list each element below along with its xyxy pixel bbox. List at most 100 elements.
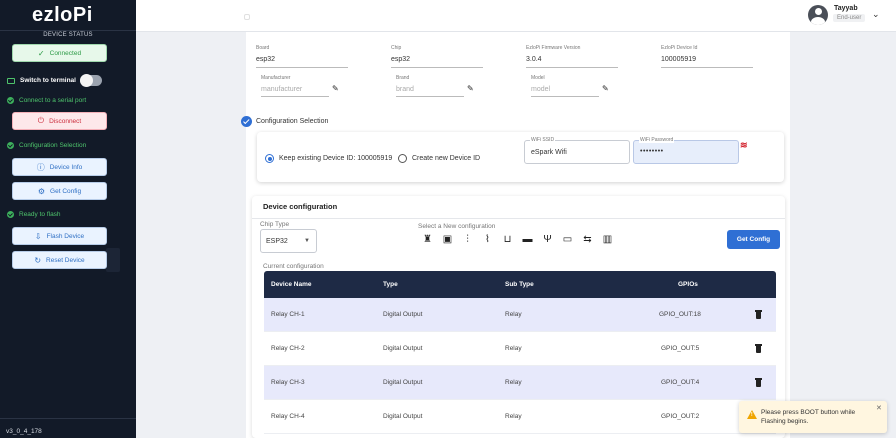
col-type: Type	[383, 281, 398, 288]
close-icon[interactable]: ✕	[876, 404, 882, 412]
delete-icon[interactable]	[755, 344, 762, 353]
connected-label: Connected	[49, 49, 82, 57]
swap-icon[interactable]: ⇆	[582, 234, 593, 246]
wifi-ssid-label: WiFi SSID	[530, 137, 556, 143]
delete-icon[interactable]	[755, 310, 762, 319]
chip-type-value: ESP32	[266, 238, 288, 245]
disconnect-button[interactable]: ⏻ Disconnect	[12, 112, 107, 130]
chip-label: Chip	[391, 45, 402, 51]
app-version: v3_0_4_178	[6, 428, 42, 435]
model-input[interactable]: model	[531, 86, 550, 93]
row-subtype: Relay	[505, 311, 522, 318]
row-gpios: GPIO_OUT:18	[659, 311, 701, 318]
firmware-label: EzloPi Firmware Version	[526, 45, 581, 51]
check-icon	[7, 97, 14, 104]
firmware-underline	[526, 67, 618, 68]
keep-existing-label: Keep existing Device ID: 100005919	[279, 155, 393, 162]
brand-label: Brand	[396, 75, 410, 81]
row-type: Digital Output	[383, 311, 423, 318]
connected-button[interactable]: ✓ Connected	[12, 44, 107, 62]
sensor-icon[interactable]: ▣	[442, 234, 453, 246]
relay-icon[interactable]: ▥	[602, 234, 613, 246]
row-subtype: Relay	[505, 379, 522, 386]
create-new-radio[interactable]	[398, 154, 407, 163]
create-new-label: Create new Device ID	[412, 155, 481, 162]
device-info-button[interactable]: ⓘ Device Info	[12, 158, 107, 176]
wifi-off-icon[interactable]: ≋	[740, 140, 748, 151]
terminal-toggle[interactable]	[80, 74, 102, 87]
display-icon[interactable]: ▭	[562, 234, 573, 246]
table-row[interactable]: Relay CH-1 Digital Output Relay GPIO_OUT…	[264, 298, 776, 332]
row-gpios: GPIO_OUT:4	[661, 379, 700, 386]
row-device-name: Relay CH-4	[271, 413, 305, 420]
board-value: esp32	[256, 56, 276, 63]
device-config-divider	[252, 218, 785, 219]
config-selection-text: Configuration Selection	[19, 142, 87, 149]
device-id-value: 100005919	[661, 56, 697, 63]
check-icon	[7, 211, 14, 218]
chevron-down-icon[interactable]: ⌄	[872, 9, 880, 20]
edit-manufacturer-icon[interactable]: ✎	[332, 84, 339, 93]
signal-icon[interactable]: ⌇	[482, 234, 493, 246]
terminal-icon	[7, 77, 15, 84]
table-header: Device Name Type Sub Type GPIOs	[264, 271, 776, 298]
antenna-icon[interactable]: Ψ	[542, 234, 553, 246]
model-underline	[531, 96, 599, 97]
warning-icon	[747, 410, 757, 419]
keep-existing-radio[interactable]	[265, 154, 274, 163]
flash-toast: Please press BOOT button while Flashing …	[739, 401, 887, 433]
reset-device-button[interactable]: ↻ Reset Device	[12, 251, 107, 269]
col-subtype: Sub Type	[505, 281, 534, 288]
sidebar-footer-divider	[0, 418, 136, 419]
reset-highlight	[106, 248, 120, 272]
config-selection-title: Configuration Selection	[256, 118, 329, 125]
switch-terminal-text: Switch to terminal	[20, 77, 76, 84]
led-icon[interactable]: ♜	[422, 234, 433, 246]
brand-input[interactable]: brand	[396, 86, 414, 93]
table-row[interactable]: Relay CH-3 Digital Output Relay GPIO_OUT…	[264, 366, 776, 400]
pwm-icon[interactable]: ⫶	[462, 234, 473, 246]
table-row[interactable]: Relay CH-4 Digital Output Relay GPIO_OUT…	[264, 400, 776, 434]
table-row[interactable]: Relay CH-2 Digital Output Relay GPIO_OUT…	[264, 332, 776, 366]
ready-flash-text: Ready to flash	[19, 211, 61, 218]
row-gpios: GPIO_OUT:5	[661, 345, 700, 352]
board-underline	[256, 67, 348, 68]
chip-underline	[391, 67, 483, 68]
device-info-label: Device Info	[49, 163, 83, 171]
config-selection-step: Configuration Selection	[7, 142, 86, 149]
app-logo: ezloPi	[32, 4, 93, 26]
bracket-icon[interactable]: ⊔	[502, 234, 513, 246]
device-id-underline	[661, 67, 753, 68]
connect-serial-step: Connect to a serial port	[7, 97, 86, 104]
device-config-title: Device configuration	[263, 202, 338, 211]
chip-type-select[interactable]: ESP32 ▼	[260, 229, 317, 253]
top-header	[136, 0, 896, 32]
switch-terminal-label: Switch to terminal	[7, 77, 76, 84]
manufacturer-input[interactable]: manufacturer	[261, 86, 302, 93]
col-device-name: Device Name	[271, 281, 312, 288]
wifi-password-value: ••••••••	[640, 148, 664, 155]
info-icon: ⓘ	[36, 162, 45, 172]
connector-icon[interactable]: ▬	[522, 234, 533, 246]
sidebar: ezloPi DEVICE STATUS ✓ Connected Switch …	[0, 0, 136, 438]
user-avatar[interactable]	[808, 5, 828, 25]
header-marker	[244, 14, 250, 20]
disconnect-label: Disconnect	[49, 117, 82, 125]
current-config-label: Current configuration	[263, 263, 324, 270]
edit-brand-icon[interactable]: ✎	[467, 84, 474, 93]
flash-device-button[interactable]: ⇩ Flash Device	[12, 227, 107, 245]
delete-icon[interactable]	[755, 378, 762, 387]
gear-icon: ⚙	[37, 186, 46, 196]
get-config-button[interactable]: Get Config	[727, 230, 780, 249]
user-role-badge: End-user	[833, 14, 866, 22]
flash-icon: ⇩	[34, 231, 42, 241]
firmware-value: 3.0.4	[526, 56, 542, 63]
reset-device-label: Reset Device	[46, 256, 85, 264]
check-icon	[7, 142, 14, 149]
get-config-sidebar-button[interactable]: ⚙ Get Config	[12, 182, 107, 200]
edit-model-icon[interactable]: ✎	[602, 84, 609, 93]
chevron-down-icon: ▼	[304, 238, 310, 244]
refresh-icon: ↻	[34, 255, 42, 265]
step-complete-icon	[241, 116, 252, 127]
chip-value: esp32	[391, 56, 411, 63]
